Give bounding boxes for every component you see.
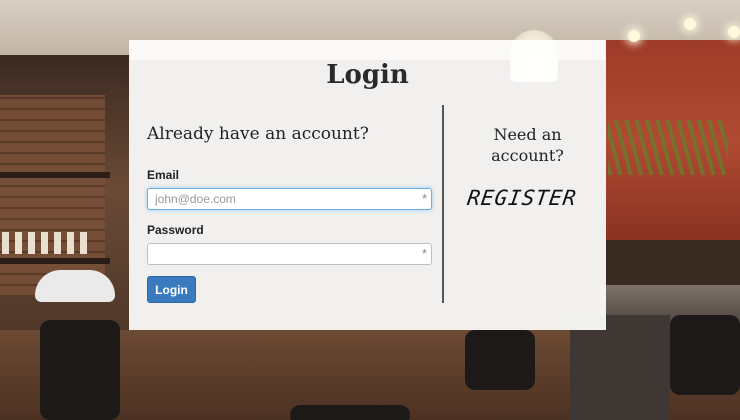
cabinet xyxy=(570,315,670,420)
brick-wall xyxy=(0,95,105,295)
existing-account-heading: Already have an account? xyxy=(147,124,369,144)
plant xyxy=(608,120,728,175)
password-field[interactable] xyxy=(148,244,405,264)
required-icon: * xyxy=(421,191,427,206)
email-field-wrapper: * xyxy=(147,188,432,210)
login-button[interactable]: Login xyxy=(147,276,196,303)
salon-chair xyxy=(465,330,535,390)
page-title: Login xyxy=(326,60,409,90)
email-field[interactable] xyxy=(148,189,405,209)
wash-basin xyxy=(35,270,115,302)
password-field-wrapper: * xyxy=(147,243,432,265)
spot-light xyxy=(628,30,640,42)
shelf xyxy=(0,172,110,178)
shelf xyxy=(0,258,110,264)
login-panel: Login Already have an account? Email * P… xyxy=(129,40,606,330)
spot-light xyxy=(728,26,740,38)
register-link[interactable]: REGISTER xyxy=(465,186,589,216)
spot-light xyxy=(684,18,696,30)
need-account-heading: Need an account? xyxy=(449,124,606,166)
salon-chair xyxy=(290,405,410,420)
product-bottles xyxy=(2,232,92,254)
divider xyxy=(442,105,444,303)
need-account-line2: account? xyxy=(491,146,564,165)
password-label: Password xyxy=(147,223,204,237)
email-label: Email xyxy=(147,168,180,182)
required-icon: * xyxy=(421,246,427,261)
salon-chair xyxy=(670,315,740,395)
need-account-line1: Need an xyxy=(493,125,562,144)
salon-chair xyxy=(40,320,120,420)
